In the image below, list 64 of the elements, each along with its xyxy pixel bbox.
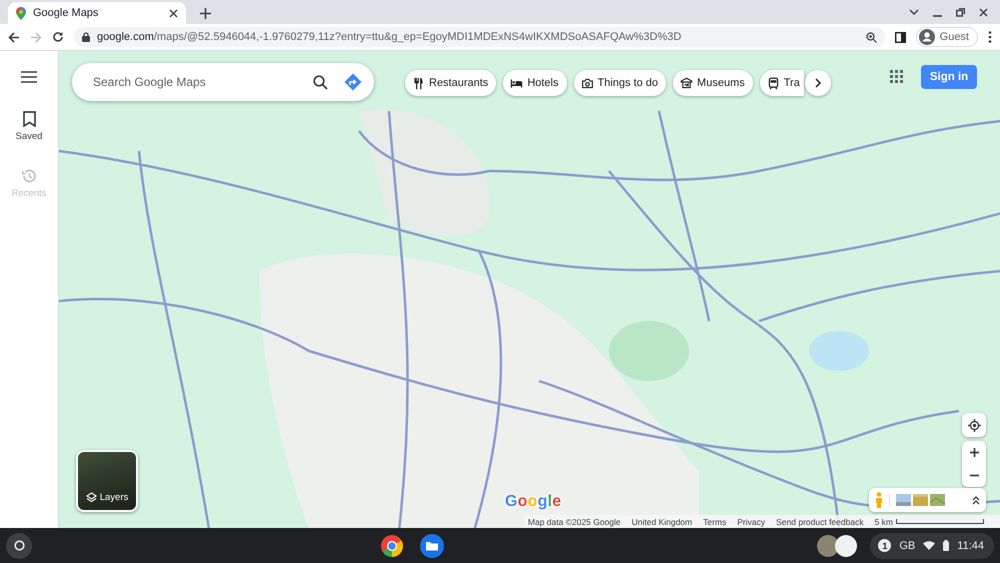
sidebar-item[interactable]: Saved bbox=[16, 111, 42, 142]
my-location-button[interactable] bbox=[962, 413, 986, 437]
scale-label[interactable]: 5 km bbox=[874, 516, 893, 526]
transit-icon bbox=[766, 76, 780, 90]
search-field[interactable]: Search Google Maps bbox=[91, 74, 297, 90]
camera-icon bbox=[580, 76, 594, 90]
browser-tab[interactable]: Google Maps bbox=[8, 2, 186, 24]
category-chip[interactable]: Museums bbox=[673, 70, 753, 96]
keyboard-layout: GB bbox=[899, 540, 916, 552]
search-bar[interactable]: Search Google Maps bbox=[72, 63, 374, 101]
history-icon bbox=[20, 168, 37, 184]
url-text: google.com/maps/@52.5946044,-1.9760279,11z?entry=ttu&g_ep=EgoyMDI1MDExNS4wIKXMDSoASAFQAw%3D%3D bbox=[97, 31, 682, 43]
google-logo: Google bbox=[505, 493, 562, 511]
satellite-thumbnail[interactable] bbox=[930, 494, 945, 506]
close-icon[interactable] bbox=[169, 8, 178, 18]
map-pin-icon bbox=[16, 6, 26, 20]
launcher-button[interactable] bbox=[6, 532, 32, 558]
avatar-icon bbox=[918, 29, 935, 45]
lock-icon bbox=[82, 32, 90, 42]
restore-icon[interactable] bbox=[956, 8, 965, 16]
wifi-icon bbox=[923, 541, 936, 550]
more-icon[interactable] bbox=[988, 31, 992, 43]
expand-icon[interactable] bbox=[972, 496, 980, 504]
attribution-link[interactable]: United Kingdom bbox=[632, 516, 692, 526]
sign-in-button[interactable]: Sign in bbox=[921, 65, 977, 89]
apps-grid-icon[interactable] bbox=[890, 70, 903, 83]
close-icon[interactable] bbox=[979, 8, 988, 16]
reload-icon[interactable] bbox=[52, 31, 64, 43]
attribution-link[interactable]: Send product feedback bbox=[776, 516, 864, 526]
browser-app-icon[interactable] bbox=[380, 534, 404, 558]
menu-icon[interactable] bbox=[21, 71, 37, 83]
new-tab-icon[interactable] bbox=[200, 8, 211, 19]
battery-icon bbox=[943, 540, 950, 551]
layers-icon bbox=[86, 492, 97, 503]
profile-button[interactable]: Guest bbox=[916, 27, 978, 47]
map-data-text: Map data ©2025 Google bbox=[528, 516, 621, 526]
category-chip[interactable]: Tra bbox=[760, 70, 804, 96]
zoom-icon[interactable] bbox=[866, 32, 877, 42]
back-icon[interactable] bbox=[8, 32, 20, 42]
notification-count: 1 bbox=[878, 539, 892, 552]
terrain-thumbnail[interactable] bbox=[913, 494, 928, 506]
category-chip[interactable]: Things to do bbox=[574, 70, 666, 96]
clock: 11:44 bbox=[957, 540, 984, 552]
folder-app-icon[interactable] bbox=[420, 534, 444, 558]
crosshair-icon bbox=[968, 418, 980, 432]
directions-icon[interactable] bbox=[344, 73, 362, 91]
status-tray[interactable]: 1 GB 11:44 bbox=[870, 532, 994, 558]
circle-icon bbox=[14, 540, 24, 551]
museum-icon bbox=[680, 76, 694, 90]
attribution-link[interactable]: Terms bbox=[703, 516, 726, 526]
street-view-thumbnail[interactable] bbox=[896, 494, 911, 506]
category-chip[interactable]: Hotels bbox=[503, 70, 566, 96]
layers-button[interactable]: Layers bbox=[76, 450, 138, 512]
chevron-down-icon[interactable] bbox=[909, 9, 919, 15]
category-chip[interactable]: Restaurants bbox=[405, 70, 496, 96]
plus-icon bbox=[970, 448, 978, 457]
chevron-right-icon bbox=[814, 78, 821, 88]
restaurant-icon bbox=[412, 76, 425, 90]
bookmark-icon bbox=[22, 111, 36, 127]
attribution-link[interactable]: Privacy bbox=[737, 516, 766, 526]
hotel-icon bbox=[510, 76, 524, 90]
address-bar[interactable]: google.com/maps/@52.5946044,-1.9760279,11z?entry=ttu&g_ep=EgoyMDI1MDExNS4wIKXMDSoASAFQAw%3D%3D bbox=[74, 27, 885, 47]
search-icon[interactable] bbox=[313, 74, 328, 90]
side-panel-icon[interactable] bbox=[894, 32, 906, 42]
